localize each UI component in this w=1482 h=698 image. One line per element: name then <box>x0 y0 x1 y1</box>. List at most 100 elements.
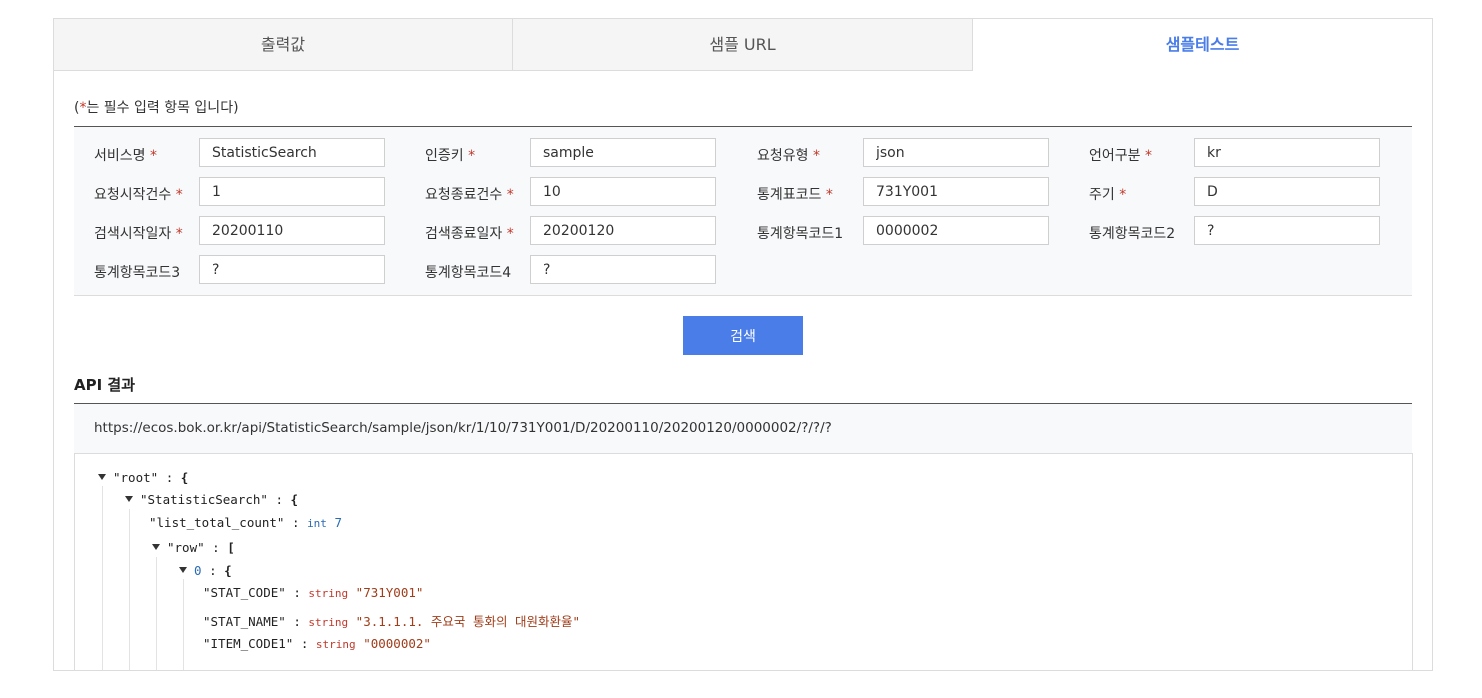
json-colon: : <box>293 614 301 629</box>
stat-code-input[interactable] <box>863 177 1049 206</box>
search-end-label: 검색종료일자 * <box>425 223 514 243</box>
json-colon: : <box>293 585 301 600</box>
search-end-label-text: 검색종료일자 <box>425 226 503 242</box>
json-type: string <box>315 638 356 651</box>
tab-sample-test[interactable]: 샘플테스트 <box>973 19 1432 71</box>
service-name-input[interactable] <box>199 138 385 167</box>
request-form: 서비스명 * 인증키 * 요청유형 * 언어구분 * 요청시작건수 * 요청종료… <box>74 126 1412 296</box>
end-count-label-text: 요청종료건수 <box>425 187 503 203</box>
item-code3-label: 통계항목코드3 <box>94 265 181 281</box>
tab-bar: 출력값 샘플 URL 샘플테스트 <box>54 19 1432 72</box>
search-start-label: 검색시작일자 * <box>94 223 183 243</box>
item-code3-input[interactable] <box>199 255 385 284</box>
json-key: "root" <box>113 470 159 485</box>
note-text: 는 필수 입력 항목 입니다) <box>86 100 239 116</box>
collapse-caret-icon[interactable] <box>179 567 187 573</box>
language-input[interactable] <box>1194 138 1380 167</box>
json-type: string <box>308 616 349 629</box>
json-key: "STAT_NAME" <box>203 614 286 629</box>
auth-key-label-text: 인증키 <box>425 148 464 164</box>
auth-key-input[interactable] <box>530 138 716 167</box>
cycle-input[interactable] <box>1194 177 1380 206</box>
json-colon: : <box>209 563 217 578</box>
tab-output[interactable]: 출력값 <box>54 19 513 71</box>
json-key: "list_total_count" <box>149 515 285 530</box>
search-start-input[interactable] <box>199 216 385 245</box>
required-star: * <box>1144 148 1152 164</box>
language-label-text: 언어구분 <box>1089 148 1141 164</box>
api-url-text: https://ecos.bok.or.kr/api/StatisticSear… <box>94 420 832 436</box>
required-star: * <box>825 187 833 203</box>
json-viewer: "root" : { "StatisticSearch" : { "list_t… <box>74 453 1413 670</box>
collapse-caret-icon[interactable] <box>125 496 133 502</box>
item-code1-input[interactable] <box>863 216 1049 245</box>
api-url-box: https://ecos.bok.or.kr/api/StatisticSear… <box>74 403 1412 454</box>
tree-guide-line <box>183 579 184 670</box>
required-note: (*는 필수 입력 항목 입니다) <box>74 97 239 117</box>
required-star: * <box>506 226 514 242</box>
json-line-list-total-count: "list_total_count" : int 7 <box>149 515 342 530</box>
json-colon: : <box>275 492 283 507</box>
json-brace: { <box>290 492 299 507</box>
json-line-stat-code: "STAT_CODE" : string "731Y001" <box>203 585 423 600</box>
json-value: "0000002" <box>363 636 431 651</box>
tree-guide-line <box>129 509 130 670</box>
json-line-root: "root" : { <box>113 470 188 485</box>
end-count-label: 요청종료건수 * <box>425 184 514 204</box>
required-star: * <box>149 148 157 164</box>
json-line-item-code1: "ITEM_CODE1" : string "0000002" <box>203 636 431 651</box>
request-type-label: 요청유형 * <box>757 145 820 165</box>
json-brace: { <box>224 563 232 578</box>
auth-key-label: 인증키 * <box>425 145 475 165</box>
end-count-input[interactable] <box>530 177 716 206</box>
json-colon: : <box>300 636 309 651</box>
json-brace: { <box>180 470 189 485</box>
json-value: "3.1.1.1. 주요국 통화의 대원화환율" <box>355 614 581 629</box>
json-type: int <box>307 517 327 530</box>
json-type: string <box>308 587 349 600</box>
language-label: 언어구분 * <box>1089 145 1152 165</box>
json-key: "StatisticSearch" <box>140 492 268 507</box>
json-bracket: [ <box>227 540 235 555</box>
item-code2-input[interactable] <box>1194 216 1380 245</box>
required-star: * <box>812 148 820 164</box>
request-type-input[interactable] <box>863 138 1049 167</box>
item-code4-input[interactable] <box>530 255 716 284</box>
collapse-caret-icon[interactable] <box>98 474 106 480</box>
search-button[interactable]: 검색 <box>683 316 803 355</box>
service-name-label: 서비스명 * <box>94 145 157 165</box>
item-code2-label: 통계항목코드2 <box>1089 226 1176 242</box>
json-colon: : <box>165 470 174 485</box>
request-type-label-text: 요청유형 <box>757 148 809 164</box>
json-colon: : <box>212 540 220 555</box>
item-code4-label: 통계항목코드4 <box>425 265 512 281</box>
start-count-label-text: 요청시작건수 <box>94 187 172 203</box>
json-value: "731Y001" <box>355 585 424 600</box>
start-count-input[interactable] <box>199 177 385 206</box>
json-colon: : <box>292 515 300 530</box>
tree-guide-line <box>102 486 103 670</box>
required-star: * <box>175 226 183 242</box>
start-count-label: 요청시작건수 * <box>94 184 183 204</box>
search-end-input[interactable] <box>530 216 716 245</box>
cycle-label: 주기 * <box>1089 184 1126 204</box>
json-line-row: "row" : [ <box>167 540 235 555</box>
json-line-statisticsearch: "StatisticSearch" : { <box>140 492 298 507</box>
api-result-title: API 결과 <box>74 376 136 394</box>
json-key: "STAT_CODE" <box>203 585 286 600</box>
stat-code-label: 통계표코드 * <box>757 184 833 204</box>
json-key: "ITEM_CODE1" <box>203 636 294 651</box>
item-code1-label: 통계항목코드1 <box>757 226 844 242</box>
tree-guide-line <box>156 557 157 670</box>
search-start-label-text: 검색시작일자 <box>94 226 172 242</box>
stat-code-label-text: 통계표코드 <box>757 187 822 203</box>
collapse-caret-icon[interactable] <box>152 544 160 550</box>
tab-sample-url[interactable]: 샘플 URL <box>513 19 973 71</box>
required-star: * <box>1119 187 1127 203</box>
cycle-label-text: 주기 <box>1089 187 1115 203</box>
json-index: 0 <box>194 563 202 578</box>
json-line-index-0: 0 : { <box>194 563 232 578</box>
sample-test-panel: 출력값 샘플 URL 샘플테스트 (*는 필수 입력 항목 입니다) 서비스명 … <box>53 18 1433 671</box>
required-star: * <box>468 148 476 164</box>
required-star: * <box>175 187 183 203</box>
